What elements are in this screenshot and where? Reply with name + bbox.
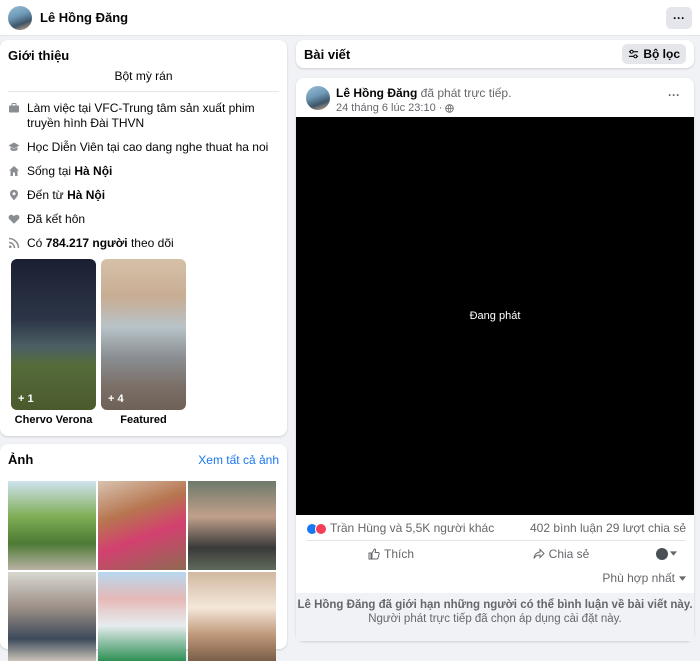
featured-thumbnail[interactable]: + 4: [101, 259, 186, 410]
followers-count[interactable]: 784.217 người: [46, 236, 128, 250]
globe-icon: [445, 103, 455, 113]
info-followers: Có 784.217 người theo dõi: [8, 236, 279, 251]
graduation-cap-icon: [8, 142, 20, 151]
comments-count[interactable]: 402 bình luận: [530, 521, 603, 535]
photo-thumbnail[interactable]: [98, 572, 186, 661]
audience-selector[interactable]: [646, 547, 686, 560]
photos-card: Ảnh Xem tất cả ảnh: [0, 444, 287, 661]
photo-thumbnail[interactable]: [98, 481, 186, 570]
intro-title: Giới thiệu: [8, 48, 70, 63]
like-button[interactable]: Thích: [306, 547, 476, 561]
thumbs-up-icon: [368, 547, 380, 559]
heart-icon: [8, 214, 20, 224]
sort-label: Phù hợp nhất: [602, 571, 675, 585]
share-button[interactable]: Chia sẻ: [476, 547, 646, 561]
love-reaction-icon: [315, 522, 327, 535]
photo-grid: [8, 481, 279, 661]
featured-thumbnail[interactable]: + 1: [11, 259, 96, 410]
shares-count[interactable]: 29 lượt chia sẻ: [606, 521, 686, 535]
like-label: Thích: [383, 546, 414, 561]
notice-line-2: Người phát trực tiếp đã chọn áp dụng cài…: [368, 613, 622, 625]
chevron-down-icon: [669, 551, 677, 556]
avatar[interactable]: [8, 5, 32, 30]
post-timestamp[interactable]: 24 tháng 6 lúc 23:10 ·: [336, 102, 442, 114]
followers-suffix: theo dõi: [127, 236, 174, 250]
see-all-photos-link[interactable]: Xem tất cả ảnh: [198, 453, 279, 467]
info-lives: Sống tại Hà Nội: [8, 164, 279, 179]
photo-thumbnail[interactable]: [188, 481, 276, 570]
location-pin-icon: [10, 189, 18, 201]
featured-caption[interactable]: Chervo Verona: [11, 414, 96, 426]
post-action: đã phát trực tiếp.: [417, 86, 512, 100]
info-from: Đến từ Hà Nội: [8, 188, 279, 203]
info-from-prefix: Đến từ: [27, 188, 68, 202]
info-relationship: Đã kết hôn: [8, 212, 279, 227]
video-status: Đang phát: [469, 310, 521, 322]
info-lives-city[interactable]: Hà Nội: [74, 164, 112, 178]
photos-title: Ảnh: [8, 452, 34, 467]
filter-label: Bộ lọc: [643, 47, 680, 61]
briefcase-icon: [9, 103, 19, 113]
info-from-city[interactable]: Hà Nội: [67, 188, 105, 202]
posts-header: Bài viết Bộ lọc: [296, 40, 694, 68]
intro-card: Giới thiệu Bột mỳ rán Làm việc tại VFC-T…: [0, 40, 287, 436]
photo-thumbnail[interactable]: [188, 572, 276, 661]
featured-count: + 1: [18, 393, 34, 405]
posts-title: Bài viết: [304, 46, 351, 62]
more-options-button[interactable]: ···: [666, 7, 692, 29]
post-header: Lê Hồng Đăng đã phát trực tiếp. 24 tháng…: [296, 78, 694, 116]
share-arrow-icon: [533, 547, 545, 559]
more-icon: ···: [673, 11, 685, 25]
rss-icon: [8, 237, 20, 249]
photo-thumbnail[interactable]: [8, 481, 96, 570]
profile-name[interactable]: Lê Hồng Đăng: [40, 10, 128, 25]
reactions-summary[interactable]: Trần Hùng và 5,5K người khác: [330, 521, 494, 535]
comment-sort-dropdown[interactable]: Phù hợp nhất: [602, 571, 686, 585]
featured-collections: + 1 Chervo Verona + 4 Featured: [11, 259, 279, 426]
notice-line-1: Lê Hồng Đăng đã giới hạn những người có …: [297, 599, 693, 611]
author-avatar[interactable]: [306, 86, 330, 110]
featured-item-featured[interactable]: + 4 Featured: [101, 259, 186, 426]
audience-avatar-icon: [655, 547, 668, 560]
post-actions: Thích Chia sẻ: [306, 540, 686, 566]
reaction-icons[interactable]: [306, 522, 327, 535]
filter-button[interactable]: Bộ lọc: [622, 44, 686, 64]
info-study-text: Học Diễn Viên tại cao dang nghe thuat ha…: [27, 140, 269, 154]
profile-header-bar: Lê Hồng Đăng ···: [0, 0, 700, 36]
reactions-bar: Trần Hùng và 5,5K người khác 402 bình lu…: [306, 521, 686, 535]
comment-restriction-notice: Lê Hồng Đăng đã giới hạn những người có …: [296, 593, 694, 641]
share-label: Chia sẻ: [548, 546, 590, 561]
post-more-icon[interactable]: ···: [668, 88, 680, 102]
post-card: Lê Hồng Đăng đã phát trực tiếp. 24 tháng…: [296, 78, 694, 641]
post-author[interactable]: Lê Hồng Đăng: [336, 86, 417, 100]
photo-thumbnail[interactable]: [8, 572, 96, 661]
info-study: Học Diễn Viên tại cao dang nghe thuat ha…: [8, 140, 279, 155]
followers-prefix: Có: [27, 236, 46, 250]
featured-caption[interactable]: Featured: [101, 414, 186, 426]
chevron-down-icon: [679, 575, 686, 581]
home-icon: [9, 166, 19, 176]
info-lives-prefix: Sống tại: [27, 164, 75, 178]
intro-bio: Bột mỳ rán: [8, 69, 279, 92]
live-video-player[interactable]: Đang phát: [296, 117, 694, 515]
featured-count: + 4: [108, 393, 124, 405]
info-work: Làm việc tại VFC-Trung tâm sản xuất phim…: [8, 101, 279, 131]
info-work-text: Làm việc tại VFC-Trung tâm sản xuất phim…: [27, 101, 255, 130]
sliders-icon: [629, 49, 639, 58]
featured-item-chervo-verona[interactable]: + 1 Chervo Verona: [11, 259, 96, 426]
info-relationship-text: Đã kết hôn: [27, 212, 86, 226]
